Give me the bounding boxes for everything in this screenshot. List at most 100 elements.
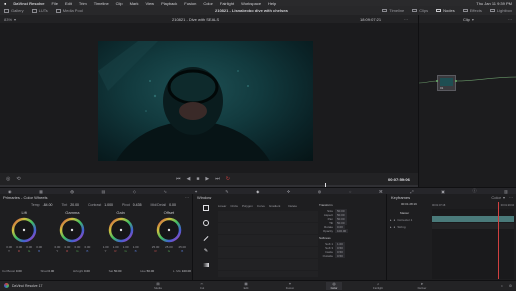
window-icon[interactable]: ◈ bbox=[256, 189, 259, 194]
tracker-icon[interactable]: ✣ bbox=[287, 189, 290, 194]
window-list[interactable] bbox=[218, 211, 318, 277]
expand-icon[interactable]: ▸ bbox=[390, 225, 392, 229]
page-fusion[interactable]: ✦ Fusion bbox=[282, 282, 298, 290]
viewer-options-icon[interactable]: ⋯ bbox=[404, 17, 408, 22]
skip-forward-icon[interactable]: ⏭ bbox=[215, 176, 220, 182]
effects-button[interactable]: Effects bbox=[462, 8, 482, 13]
home-icon[interactable]: ⌂ bbox=[501, 284, 503, 288]
page-deliver[interactable]: ➤ Deliver bbox=[414, 282, 430, 290]
gain-wheel-ring[interactable] bbox=[108, 217, 134, 243]
gradient-window-icon[interactable] bbox=[203, 263, 209, 267]
gallery-button[interactable]: Gallery bbox=[4, 8, 24, 13]
menu-color[interactable]: Color bbox=[203, 1, 213, 6]
tint-value[interactable]: 20.00 bbox=[70, 203, 79, 207]
hue-param[interactable]: Hue 50.00 bbox=[140, 269, 154, 273]
menu-fairlight[interactable]: Fairlight bbox=[220, 1, 234, 6]
3d-icon[interactable]: ▣ bbox=[441, 189, 445, 194]
video-frame[interactable] bbox=[98, 41, 313, 161]
menu-workspace[interactable]: Workspace bbox=[241, 1, 261, 6]
page-edit[interactable]: ▦ Edit bbox=[238, 282, 254, 290]
key-icon[interactable]: ⌘ bbox=[379, 189, 383, 194]
magic-mask-icon[interactable]: ◍ bbox=[318, 189, 322, 194]
menu-mark[interactable]: Mark bbox=[130, 1, 139, 6]
nodes-button[interactable]: Nodes bbox=[436, 8, 455, 13]
page-color[interactable]: ◎ Color bbox=[326, 282, 342, 290]
gamma-wheel-ring[interactable] bbox=[59, 217, 85, 243]
keyframes-options-icon[interactable]: ⋯ bbox=[509, 195, 513, 200]
camera-raw-icon[interactable]: ◉ bbox=[8, 189, 12, 194]
expand-icon[interactable]: ▸ bbox=[390, 218, 392, 222]
chevron-down-icon[interactable]: ▾ bbox=[14, 17, 16, 22]
offset-wheel[interactable]: Offset 25.00 25.00 25.00 RGB bbox=[149, 210, 189, 253]
track-corrector[interactable]: Corrector 1 bbox=[397, 218, 412, 222]
media-pool-button[interactable]: Media Pool bbox=[55, 8, 83, 13]
gain-wheel[interactable]: Gain 1.00 1.00 1.00 1.00 YRGB bbox=[101, 210, 141, 253]
shad-param[interactable]: Shad 0.00 bbox=[40, 269, 54, 273]
rgb-mixer-icon[interactable]: ▤ bbox=[101, 189, 105, 194]
skip-back-icon[interactable]: ⏮ bbox=[176, 176, 181, 182]
keyframes-mode[interactable]: Color bbox=[491, 195, 501, 200]
lummix-param[interactable]: L. Mix 100.00 bbox=[173, 269, 191, 273]
lift-wheel-ring[interactable] bbox=[11, 217, 37, 243]
polygon-tool[interactable]: Polygon bbox=[242, 204, 253, 208]
opacity-value[interactable]: 100.00 bbox=[335, 229, 349, 233]
stop-icon[interactable]: ■ bbox=[196, 176, 199, 182]
menu-playback[interactable]: Playback bbox=[161, 1, 177, 6]
pivot-value[interactable]: 0.435 bbox=[133, 203, 142, 207]
sat-param[interactable]: Sat 50.00 bbox=[109, 269, 122, 273]
lift-wheel[interactable]: Lift 0.00 0.00 0.00 0.00 YRGB bbox=[4, 210, 44, 253]
motion-effects-icon[interactable]: ◇ bbox=[133, 189, 136, 194]
chevron-down-icon[interactable]: ▾ bbox=[503, 195, 505, 200]
menu-file[interactable]: File bbox=[51, 1, 57, 6]
settings-icon[interactable]: ⚙ bbox=[509, 284, 512, 288]
menu-edit[interactable]: Edit bbox=[65, 1, 72, 6]
track-sizing[interactable]: Sizing bbox=[397, 225, 405, 229]
square-window-icon[interactable] bbox=[203, 205, 209, 211]
hilight-param[interactable]: Hi/Light 0.00 bbox=[73, 269, 90, 273]
lock-icon[interactable]: ● bbox=[394, 225, 396, 229]
corrector-track-bar[interactable] bbox=[432, 216, 514, 222]
wheels-options-icon[interactable]: ⋯ bbox=[185, 195, 189, 200]
zoom-level[interactable]: 83% bbox=[4, 17, 12, 22]
luts-button[interactable]: LUTs bbox=[31, 8, 48, 13]
apple-icon[interactable]: ● bbox=[4, 1, 6, 6]
page-media[interactable]: ▤ Media bbox=[150, 282, 166, 290]
clips-button[interactable]: Clips bbox=[412, 8, 428, 13]
qualifier-icon[interactable]: ✎ bbox=[225, 189, 228, 194]
page-cut[interactable]: ✂ Cut bbox=[194, 282, 210, 290]
gradient-tool[interactable]: Gradient bbox=[269, 204, 281, 208]
outside-value[interactable]: 0.50 bbox=[335, 254, 345, 258]
loop-icon[interactable]: ⟲ bbox=[16, 176, 20, 182]
track-master[interactable]: Master bbox=[400, 211, 409, 215]
lock-icon[interactable]: ● bbox=[394, 218, 396, 222]
play-reverse-icon[interactable]: ◀ bbox=[187, 176, 191, 182]
keyframes-playhead[interactable] bbox=[498, 202, 499, 279]
color-match-icon[interactable]: ▦ bbox=[39, 189, 43, 194]
circle-window-icon[interactable] bbox=[203, 220, 209, 226]
color-wheels-icon[interactable]: ◎ bbox=[70, 189, 74, 194]
loop-playback-icon[interactable]: ↻ bbox=[226, 176, 230, 182]
curves-icon[interactable]: ∿ bbox=[163, 189, 166, 194]
contrast-value[interactable]: 1.000 bbox=[104, 203, 113, 207]
menu-app[interactable]: DaVinci Resolve bbox=[13, 1, 44, 6]
color-warper-icon[interactable]: ✦ bbox=[194, 189, 197, 194]
timeline-button[interactable]: Timeline bbox=[382, 8, 404, 13]
page-fairlight[interactable]: ♫ Fairlight bbox=[370, 282, 386, 290]
pencil-window-icon[interactable]: ✎ bbox=[204, 248, 208, 254]
keyframes-timeline[interactable] bbox=[432, 202, 514, 279]
menu-fusion[interactable]: Fusion bbox=[184, 1, 196, 6]
pen-window-icon[interactable] bbox=[203, 236, 209, 241]
menu-clip[interactable]: Clip bbox=[116, 1, 123, 6]
sizing-icon[interactable]: ⤢ bbox=[410, 189, 413, 194]
colboost-param[interactable]: Col Boost 0.00 bbox=[2, 269, 22, 273]
middetail-value[interactable]: 0.00 bbox=[169, 203, 176, 207]
menu-view[interactable]: View bbox=[145, 1, 154, 6]
curve-tool[interactable]: Curve bbox=[257, 204, 265, 208]
offset-wheel-ring[interactable] bbox=[156, 217, 182, 243]
scopes-icon[interactable]: ▥ bbox=[504, 189, 508, 194]
menu-help[interactable]: Help bbox=[268, 1, 276, 6]
delete-button[interactable]: Delete bbox=[288, 204, 297, 208]
temp-value[interactable]: -84.00 bbox=[43, 203, 53, 207]
linear-tool[interactable]: Linear bbox=[218, 204, 226, 208]
blur-icon[interactable]: ◌ bbox=[349, 189, 351, 194]
